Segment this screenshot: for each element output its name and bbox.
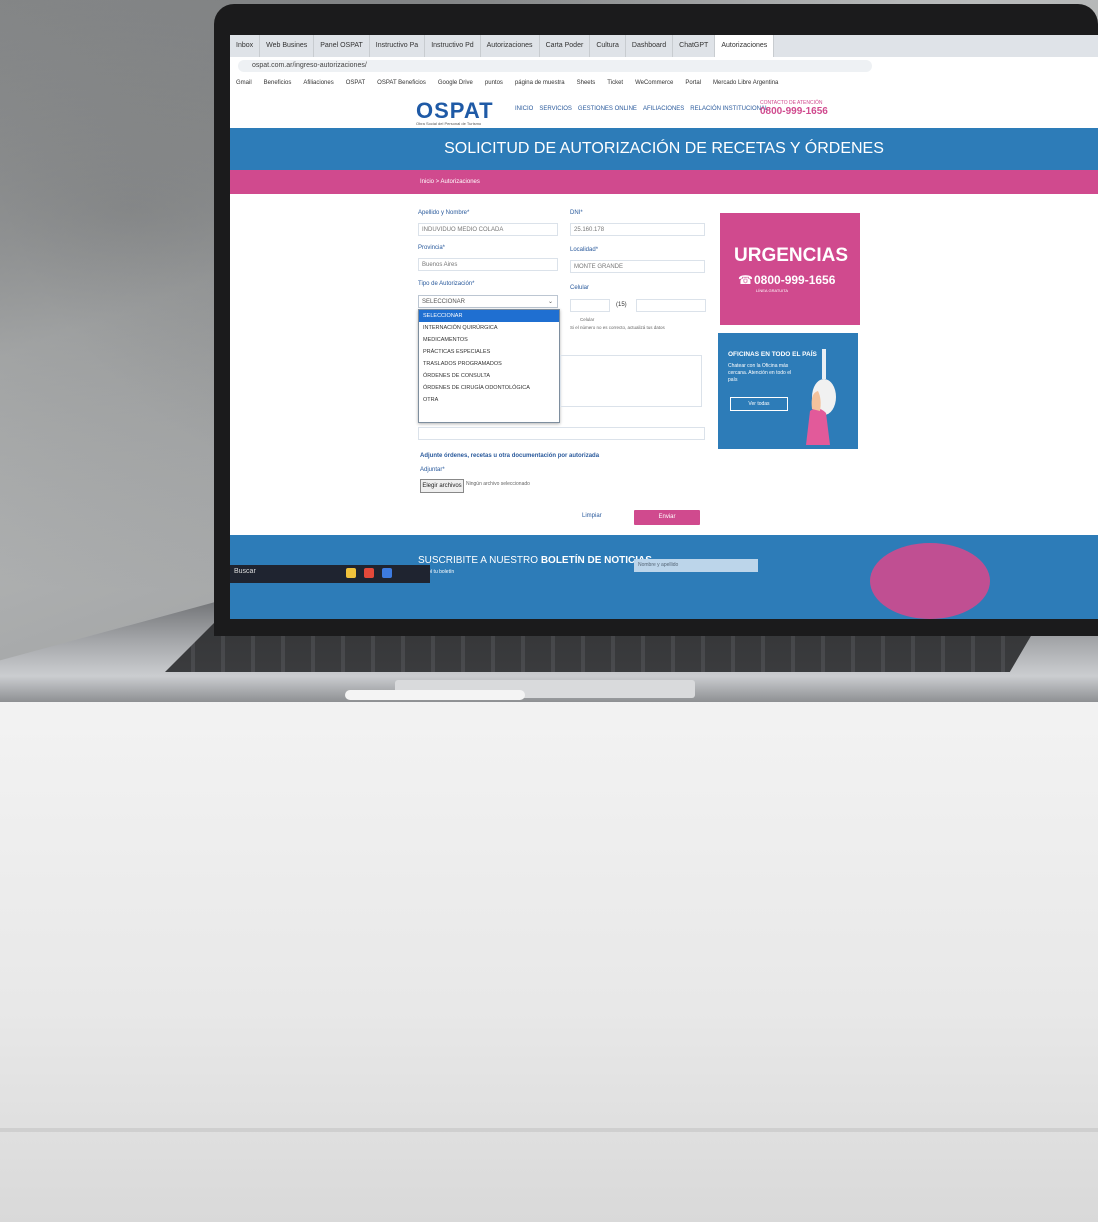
locality-label: Localidad*	[570, 247, 599, 253]
bookmark[interactable]: OSPAT	[340, 80, 371, 86]
dropdown-option[interactable]: PRÁCTICAS ESPECIALES	[419, 346, 559, 358]
taskbar-search[interactable]: Buscar	[234, 568, 256, 575]
dropdown-option[interactable]: OTRA	[419, 394, 559, 406]
folder-icon[interactable]	[346, 568, 356, 578]
address-bar: ospat.com.ar/ingreso-autorizaciones/	[230, 57, 1098, 76]
browser-tab[interactable]: Dashboard	[626, 35, 674, 57]
browser-tab-active[interactable]: Autorizaciones	[715, 35, 775, 57]
browser-tab[interactable]: Inbox	[230, 35, 261, 57]
newsletter-title-pre: SUSCRIBITE A NUESTRO	[418, 555, 539, 566]
page-title: SOLICITUD DE AUTORIZACIÓN DE RECETAS Y Ó…	[230, 128, 1098, 170]
chrome-icon[interactable]	[364, 568, 374, 578]
phone-icon: ☎	[738, 273, 753, 287]
bookmark[interactable]: Mercado Libre Argentina	[707, 80, 784, 86]
choose-files-button[interactable]: Elegir archivos	[420, 479, 464, 493]
bookmark[interactable]: WeCommerce	[629, 80, 679, 86]
phone-prefix: (15)	[616, 302, 627, 308]
nav-item[interactable]: SERVICIOS	[539, 106, 572, 112]
name-label: Apellido y Nombre*	[418, 210, 470, 216]
area-code-field[interactable]	[570, 299, 610, 312]
oficinas-card: OFICINAS EN TODO EL PAÍS Chatear con la …	[718, 333, 858, 449]
browser-tab[interactable]: Panel OSPAT	[314, 35, 370, 57]
browser-tab[interactable]: Autorizaciones	[481, 35, 540, 57]
dropdown-option[interactable]: INTERNACIÓN QUIRÚRGICA	[419, 322, 559, 334]
main-nav: INICIO SERVICIOS GESTIONES ONLINE AFILIA…	[515, 106, 768, 112]
hand-mouse-illustration	[806, 349, 836, 445]
oficinas-text: Chatear con la Oficina más cercana. Aten…	[728, 363, 792, 383]
urgencias-phone: 0800-999-1656	[754, 273, 836, 287]
type-dropdown: SELECCIONAR INTERNACIÓN QUIRÚRGICA MEDIC…	[418, 309, 560, 423]
type-select-value: SELECCIONAR	[422, 299, 466, 305]
browser-tab[interactable]: Cultura	[590, 35, 626, 57]
browser-tab[interactable]: ChatGPT	[673, 35, 716, 57]
bookmark[interactable]: Beneficios	[258, 80, 298, 86]
decorative-circle	[870, 543, 990, 619]
newsletter-name-input[interactable]: Nombre y apellido	[634, 559, 758, 572]
site-header: OSPAT Obra Social del Personal de Turism…	[230, 90, 1098, 128]
phone-label: Celular	[570, 285, 590, 291]
send-button[interactable]: Enviar	[634, 510, 700, 525]
bookmark[interactable]: Google Drive	[432, 80, 479, 86]
logo-subtitle: Obra Social del Personal de Turismo	[416, 121, 482, 126]
oficinas-button[interactable]: Ver todas	[730, 397, 788, 411]
laptop-screen: Inbox Web Busines Panel OSPAT Instructiv…	[230, 35, 1098, 619]
phone-field[interactable]	[636, 299, 706, 312]
clear-button[interactable]: Limpiar	[582, 513, 602, 519]
taskbar: Buscar	[230, 565, 430, 583]
phone-note: Celular	[580, 317, 595, 322]
chevron-down-icon: ⌄	[547, 299, 553, 305]
browser-tab[interactable]: Instructivo Pa	[370, 35, 426, 57]
attach-hint-link[interactable]: Adjunte órdenes, recetas u otra document…	[420, 453, 599, 459]
type-label: Tipo de Autorización*	[418, 281, 475, 287]
dropdown-option[interactable]: ÓRDENES DE CONSULTA	[419, 370, 559, 382]
bookmark[interactable]: Portal	[679, 80, 707, 86]
nav-item[interactable]: INICIO	[515, 106, 533, 112]
type-select[interactable]: SELECCIONAR ⌄	[418, 295, 558, 308]
nav-item[interactable]: AFILIACIONES	[643, 106, 684, 112]
browser-tab-bar: Inbox Web Busines Panel OSPAT Instructiv…	[230, 35, 1098, 57]
no-file-text: Ningún archivo seleccionado	[466, 481, 530, 487]
dni-field[interactable]: 25.160.178	[570, 223, 705, 236]
dropdown-option[interactable]: SELECCIONAR	[419, 310, 559, 322]
phone-hint: Si el número no es correcto, actualizá t…	[570, 325, 665, 330]
bookmark[interactable]: Ticket	[601, 80, 629, 86]
urgencias-card[interactable]: URGENCIAS ☎ 0800-999-1656 LÍNEA GRATUITA	[720, 213, 860, 325]
dropdown-option[interactable]: ÓRDENES DE CIRUGÍA ODONTOLÓGICA	[419, 382, 559, 394]
name-field[interactable]: INDUVIDUO MEDIO COLADA	[418, 223, 558, 236]
laptop-hinge-notch	[345, 690, 525, 700]
newsletter-title: SUSCRIBITE A NUESTRO BOLETÍN DE NOTICIAS	[418, 555, 652, 566]
urgencias-subtitle: LÍNEA GRATUITA	[756, 288, 789, 293]
breadcrumb[interactable]: Inicio > Autorizaciones	[230, 170, 1098, 194]
urgencias-title: URGENCIAS	[734, 245, 849, 266]
browser-tab[interactable]: Web Busines	[260, 35, 315, 57]
extra-field[interactable]	[418, 427, 705, 440]
dropdown-option[interactable]: TRASLADOS PROGRAMADOS	[419, 358, 559, 370]
bookmark[interactable]: puntos	[479, 80, 509, 86]
province-label: Provincia*	[418, 245, 446, 251]
browser-tab[interactable]: Carta Poder	[540, 35, 591, 57]
header-phone-number: 0800-999-1656	[760, 106, 828, 117]
app-icon[interactable]	[382, 568, 392, 578]
pedestal-edge	[0, 1128, 1098, 1132]
browser-tab[interactable]: Instructivo Pd	[425, 35, 481, 57]
dropdown-option[interactable]: MEDICAMENTOS	[419, 334, 559, 346]
nav-item[interactable]: GESTIONES ONLINE	[578, 106, 637, 112]
white-pedestal	[0, 690, 1098, 1222]
bookmarks-bar: Gmail Beneficios Afiliaciones OSPAT OSPA…	[230, 75, 1098, 91]
bookmark[interactable]: página de muestra	[509, 80, 571, 86]
bookmark[interactable]: OSPAT Beneficios	[371, 80, 432, 86]
observations-textarea[interactable]	[560, 355, 702, 407]
header-phone[interactable]: CONTACTO DE ATENCIÓN 0800-999-1656	[760, 100, 828, 117]
bookmark[interactable]: Sheets	[571, 80, 602, 86]
url-field[interactable]: ospat.com.ar/ingreso-autorizaciones/	[238, 60, 872, 72]
nav-item[interactable]: RELACIÓN INSTITUCIONAL	[690, 106, 768, 112]
locality-field[interactable]: MONTE GRANDE	[570, 260, 705, 273]
attach-label: Adjuntar*	[420, 467, 445, 473]
bookmark[interactable]: Gmail	[230, 80, 258, 86]
province-field[interactable]: Buenos Aires	[418, 258, 558, 271]
bookmark[interactable]: Afiliaciones	[297, 80, 339, 86]
dni-label: DNI*	[570, 210, 583, 216]
